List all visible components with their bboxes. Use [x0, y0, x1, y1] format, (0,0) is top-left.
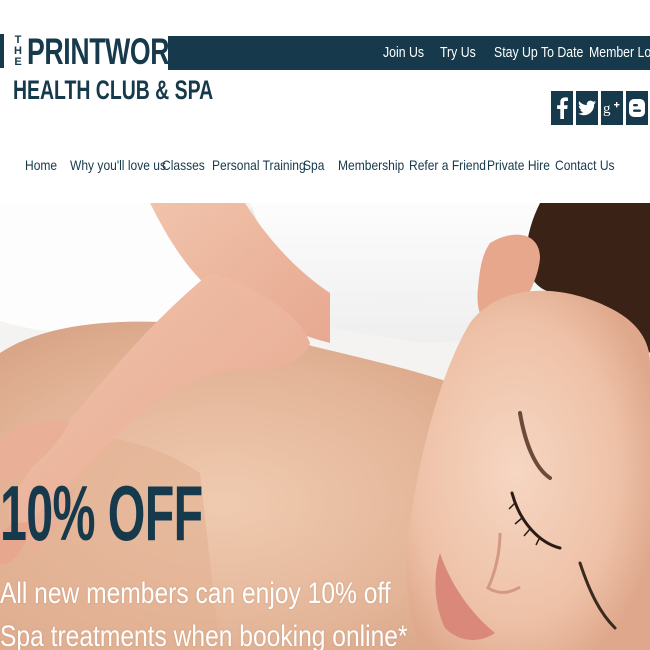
- logo-health-club-spa: HEALTH CLUB & SPA: [13, 75, 214, 105]
- top-utility-bar: Join Us Try Us Stay Up To Date Member Lo…: [168, 36, 650, 70]
- svg-text:g: g: [603, 101, 611, 117]
- main-navigation: Home Why you'll love us Classes Personal…: [0, 152, 650, 178]
- site-header: THE PRINTWORKS HEALTH CLUB & SPA Join Us…: [0, 0, 650, 200]
- nav-membership[interactable]: Membership: [338, 156, 404, 174]
- nav-spa[interactable]: Spa: [303, 156, 324, 174]
- logo-accent-bar: [0, 34, 4, 68]
- offer-headline: 10% OFF: [0, 469, 203, 557]
- nav-contact-us[interactable]: Contact Us: [555, 156, 615, 174]
- nav-private-hire[interactable]: Private Hire: [487, 156, 550, 174]
- offer-line-2: Spa treatments when booking online*: [0, 620, 408, 650]
- offer-line-1: All new members can enjoy 10% off: [0, 577, 391, 610]
- nav-classes[interactable]: Classes: [162, 156, 205, 174]
- nav-why-youll-love-us[interactable]: Why you'll love us: [70, 156, 166, 174]
- hero-banner[interactable]: 10% OFF All new members can enjoy 10% of…: [0, 203, 650, 650]
- twitter-icon[interactable]: [576, 91, 598, 125]
- stay-up-to-date-link[interactable]: Stay Up To Date: [494, 44, 583, 62]
- member-login-link[interactable]: Member Login: [589, 44, 650, 62]
- join-us-link[interactable]: Join Us: [383, 44, 424, 62]
- facebook-icon[interactable]: [551, 91, 573, 125]
- nav-home[interactable]: Home: [25, 156, 57, 174]
- nav-refer-a-friend[interactable]: Refer a Friend: [409, 156, 486, 174]
- site-logo[interactable]: THE PRINTWORKS HEALTH CLUB & SPA: [0, 32, 213, 112]
- nav-personal-training[interactable]: Personal Training: [212, 156, 306, 174]
- blogger-icon[interactable]: [626, 91, 648, 125]
- logo-the: THE: [14, 34, 22, 68]
- try-us-link[interactable]: Try Us: [440, 44, 476, 62]
- google-plus-icon[interactable]: g: [601, 91, 623, 125]
